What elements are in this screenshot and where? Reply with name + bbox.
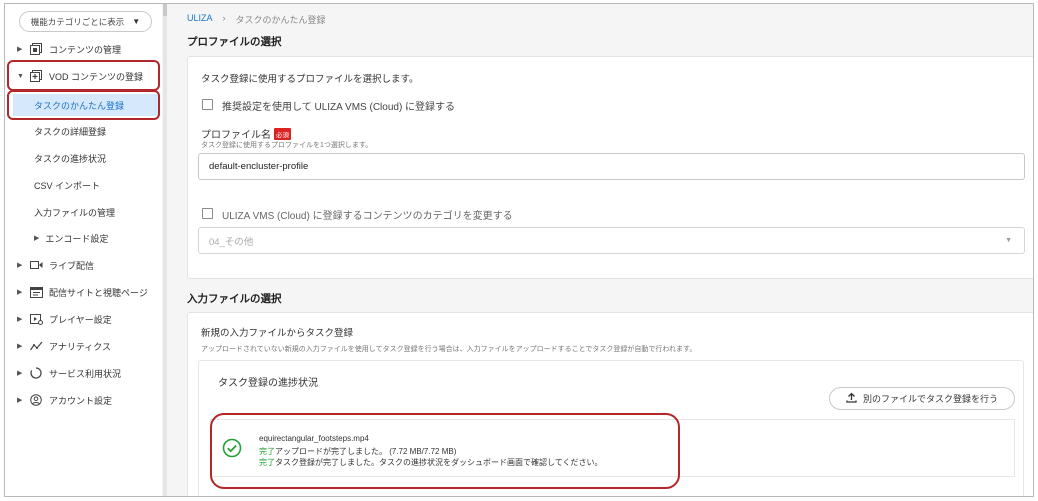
account-icon [29,394,43,406]
caret-down-icon: ▼ [132,17,141,26]
player-icon [29,313,43,325]
highlight-box [7,60,160,91]
sidebar-item-label: ライブ配信 [49,260,95,271]
site-icon [29,286,43,298]
view-mode-select[interactable]: 機能カテゴリごとに表示 ▼ [19,11,152,32]
sidebar-item-detailed-task[interactable]: タスクの詳細登録 [5,120,162,142]
required-badge: 必須 [274,128,291,140]
category-checkbox[interactable] [202,208,213,219]
usage-icon [29,367,43,379]
breadcrumb-current: タスクのかんたん登録 [235,15,326,25]
profile-name-value: default-encluster-profile [209,161,309,172]
profile-name-input[interactable]: default-encluster-profile [198,153,1025,180]
sidebar-item-label: 配信サイトと視聴ページ [49,287,148,298]
chevron-right-icon: ▶ [17,289,23,296]
sidebar-item-account[interactable]: ▶ アカウント設定 [5,389,162,411]
sidebar-item-label: CSV インポート [34,180,101,191]
analytics-icon [29,340,43,352]
chevron-right-icon: ▶ [17,262,23,269]
chevron-right-icon: ▶ [17,316,23,323]
sidebar-item-label: エンコード設定 [45,233,109,244]
sidebar-item-label: アカウント設定 [49,395,113,406]
recommended-checkbox[interactable] [202,99,213,110]
another-file-label: 別のファイルでタスク登録を行う [862,394,998,404]
profile-card: タスク登録に使用するプロファイルを選択します。 推奨設定を使用して ULIZA … [187,56,1033,279]
sidebar-item-label: プレイヤー設定 [49,314,112,325]
chevron-right-icon: ▶ [17,370,23,377]
chevron-right-icon: ▶ [17,397,23,404]
recommended-checkbox-label: 推奨設定を使用して ULIZA VMS (Cloud) に登録する [222,102,456,113]
view-mode-label: 機能カテゴリごとに表示 [30,16,125,27]
breadcrumb: ULIZA › タスクのかんたん登録 [187,13,326,26]
new-input-hint: アップロードされていない新規の入力ファイルを使用してタスク登録を行う場合は、入力… [201,346,697,353]
category-select-value: 04_その他 [209,236,254,248]
chevron-right-icon: ▶ [17,46,23,53]
sidebar-item-label: タスクの進捗状況 [34,153,107,164]
chevron-right-icon: ▶ [17,343,23,350]
sidebar-item-label: アナリティクス [49,341,112,352]
sidebar-item-label: 入力ファイルの管理 [34,207,116,218]
sidebar-item-label: タスクの詳細登録 [34,126,107,137]
another-file-button[interactable]: 別のファイルでタスク登録を行う [829,387,1015,410]
chevron-right-icon: ▶ [34,235,40,242]
sidebar-item-label: コンテンツの管理 [49,44,122,55]
sidebar-item-usage[interactable]: ▶ サービス利用状況 [5,362,162,384]
profile-description: タスク登録に使用するプロファイルを選択します。 [201,74,419,85]
app-window: 機能カテゴリごとに表示 ▼ ▶ コンテンツの管理 ▼ VOD コンテンツの登録 … [4,3,1034,497]
sidebar: 機能カテゴリごとに表示 ▼ ▶ コンテンツの管理 ▼ VOD コンテンツの登録 … [5,4,162,496]
sidebar-item-encode-settings[interactable]: ▶ エンコード設定 [5,227,162,249]
sidebar-item-task-progress[interactable]: タスクの進捗状況 [5,147,162,169]
breadcrumb-root-link[interactable]: ULIZA [187,13,213,26]
new-input-subtitle: 新規の入力ファイルからタスク登録 [201,328,354,339]
highlight-box [7,90,160,120]
profile-name-hint: タスク登録に使用するプロファイルを1つ選択します。 [201,142,373,149]
highlight-box [210,413,680,489]
sidebar-item-content-management[interactable]: ▶ コンテンツの管理 [5,38,162,60]
category-checkbox-label: ULIZA VMS (Cloud) に登録するコンテンツのカテゴリを変更する [222,211,513,222]
profile-section-title: プロファイルの選択 [187,36,282,48]
breadcrumb-separator: › [222,13,226,23]
main-content: ULIZA › タスクのかんたん登録 プロファイルの選択 タスク登録に使用するプ… [167,4,1033,496]
sidebar-item-player[interactable]: ▶ プレイヤー設定 [5,308,162,330]
content-icon [29,43,43,55]
sidebar-item-csv-import[interactable]: CSV インポート [5,174,162,196]
input-section-title: 入力ファイルの選択 [187,293,282,305]
profile-name-label: プロファイル名 必須 [201,126,291,141]
category-select[interactable]: 04_その他 ▼ [198,227,1025,254]
live-icon [29,259,43,271]
sidebar-item-input-files[interactable]: 入力ファイルの管理 [5,201,162,223]
sidebar-item-analytics[interactable]: ▶ アナリティクス [5,335,162,357]
caret-down-icon: ▼ [1005,237,1012,244]
sidebar-item-sites[interactable]: ▶ 配信サイトと視聴ページ [5,281,162,303]
sidebar-item-live[interactable]: ▶ ライブ配信 [5,254,162,276]
upload-icon [846,392,857,405]
sidebar-item-label: サービス利用状況 [49,368,122,379]
progress-title: タスク登録の進捗状況 [218,378,318,389]
